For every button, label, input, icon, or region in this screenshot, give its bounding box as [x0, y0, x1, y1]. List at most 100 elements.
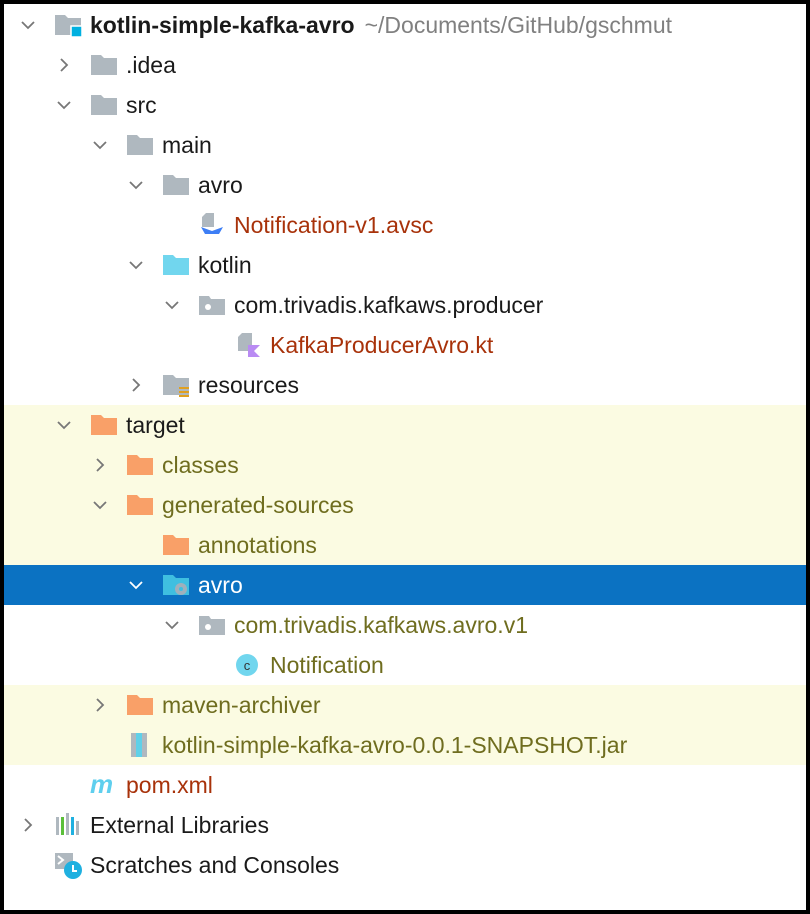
tree-item-label: resources — [198, 365, 299, 405]
excluded-folder-icon — [162, 533, 190, 557]
tree-item[interactable]: annotations — [4, 525, 806, 565]
tree-item-text: KafkaProducerAvro.kt — [270, 332, 494, 358]
tree-item[interactable]: resources — [4, 365, 806, 405]
chevron-down-icon[interactable] — [164, 617, 180, 633]
chevron-down-icon[interactable] — [128, 257, 144, 273]
tree-item-label: Notification — [270, 645, 384, 685]
tree-item-label: annotations — [198, 525, 317, 565]
excluded-folder-icon — [126, 693, 154, 717]
folder-icon — [90, 53, 118, 77]
folder-icon — [90, 93, 118, 117]
tree-item[interactable]: avro — [4, 165, 806, 205]
tree-item[interactable]: m pom.xml — [4, 765, 806, 805]
tree-item-text: External Libraries — [90, 812, 269, 838]
tree-item[interactable]: main — [4, 125, 806, 165]
chevron-down-icon[interactable] — [92, 137, 108, 153]
tree-item-text: classes — [162, 452, 239, 478]
chevron-right-icon[interactable] — [56, 57, 72, 73]
tree-item-text: resources — [198, 372, 299, 398]
excluded-folder-icon — [90, 413, 118, 437]
tree-item-text: annotations — [198, 532, 317, 558]
tree-item-text: main — [162, 132, 212, 158]
tree-item[interactable]: kotlin — [4, 245, 806, 285]
tree-item[interactable]: src — [4, 85, 806, 125]
project-tree[interactable]: kotlin-simple-kafka-avro ~/Documents/GitH… — [4, 4, 806, 910]
chevron-down-icon[interactable] — [20, 17, 36, 33]
chevron-down-icon[interactable] — [128, 577, 144, 593]
class-icon: c — [234, 653, 262, 677]
tree-item-text: Scratches and Consoles — [90, 852, 340, 878]
chevron-right-icon[interactable] — [92, 697, 108, 713]
tree-item-text: kotlin-simple-kafka-avro — [90, 12, 355, 38]
tree-item-label: KafkaProducerAvro.kt — [270, 325, 493, 365]
libraries-icon — [54, 813, 82, 837]
scratches-icon — [54, 853, 82, 879]
tree-item-text: src — [126, 92, 157, 118]
tree-item-label: kotlin — [198, 245, 252, 285]
tree-item-text: avro — [198, 572, 243, 598]
generated-source-folder-icon — [162, 573, 190, 597]
tree-item-text: kotlin — [198, 252, 252, 278]
kotlin-file-icon — [234, 333, 262, 357]
tree-item-label: Scratches and Consoles — [90, 845, 339, 885]
tree-item-text: target — [126, 412, 185, 438]
tree-item-label: kotlin-simple-kafka-avro-0.0.1-SNAPSHOT.… — [162, 725, 627, 765]
tree-item-text: avro — [198, 172, 243, 198]
tree-item-label: target — [126, 405, 185, 445]
tree-item-label: src — [126, 85, 157, 125]
maven-icon: m — [90, 769, 118, 799]
excluded-folder-icon — [126, 453, 154, 477]
tree-item-label: avro — [198, 165, 243, 205]
tree-item-label: com.trivadis.kafkaws.producer — [234, 285, 543, 325]
chevron-down-icon[interactable] — [56, 417, 72, 433]
tree-item[interactable]: Scratches and Consoles — [4, 845, 806, 885]
tree-item-label: .idea — [126, 45, 176, 85]
chevron-right-icon[interactable] — [128, 377, 144, 393]
chevron-down-icon[interactable] — [56, 97, 72, 113]
module-folder-icon — [54, 13, 83, 38]
chevron-down-icon[interactable] — [164, 297, 180, 313]
tree-item[interactable]: com.trivadis.kafkaws.avro.v1 — [4, 605, 806, 645]
svg-text:c: c — [244, 658, 251, 673]
tree-item-text: maven-archiver — [162, 692, 321, 718]
tree-item[interactable]: classes — [4, 445, 806, 485]
tree-item[interactable]: com.trivadis.kafkaws.producer — [4, 285, 806, 325]
svg-text:m: m — [90, 773, 113, 797]
folder-icon — [162, 173, 190, 197]
source-folder-icon — [162, 253, 190, 277]
tree-item-label: main — [162, 125, 212, 165]
tree-item-text: com.trivadis.kafkaws.avro.v1 — [234, 612, 528, 638]
tree-item-label: generated-sources — [162, 485, 354, 525]
tree-item[interactable]: maven-archiver — [4, 685, 806, 725]
tree-item-label: External Libraries — [90, 805, 269, 845]
tree-item-label: kotlin-simple-kafka-avro ~/Documents/GitH… — [90, 5, 672, 45]
tree-item[interactable]: target — [4, 405, 806, 445]
tree-item-label: classes — [162, 445, 239, 485]
tree-item[interactable]: c Notification — [4, 645, 806, 685]
chevron-right-icon[interactable] — [20, 817, 36, 833]
tree-item[interactable]: generated-sources — [4, 485, 806, 525]
tree-item-text: Notification-v1.avsc — [234, 212, 434, 238]
folder-icon — [126, 133, 154, 157]
package-icon — [198, 613, 226, 637]
project-path: ~/Documents/GitHub/gschmut — [364, 12, 673, 38]
tree-item[interactable]: kotlin-simple-kafka-avro ~/Documents/GitH… — [4, 5, 806, 45]
tree-item[interactable]: .idea — [4, 45, 806, 85]
tree-item[interactable]: avro — [4, 565, 806, 605]
tree-item[interactable]: Notification-v1.avsc — [4, 205, 806, 245]
tree-item-text: Notification — [270, 652, 384, 678]
tree-item-text: kotlin-simple-kafka-avro-0.0.1-SNAPSHOT.… — [162, 732, 628, 758]
jar-icon — [126, 733, 154, 757]
tree-item-label: com.trivadis.kafkaws.avro.v1 — [234, 605, 528, 645]
tree-item-text: pom.xml — [126, 772, 213, 798]
chevron-down-icon[interactable] — [128, 177, 144, 193]
tree-item[interactable]: KafkaProducerAvro.kt — [4, 325, 806, 365]
chevron-down-icon[interactable] — [92, 497, 108, 513]
tree-item-label: maven-archiver — [162, 685, 321, 725]
tree-item-text: generated-sources — [162, 492, 354, 518]
avro-file-icon — [198, 213, 226, 237]
chevron-right-icon[interactable] — [92, 457, 108, 473]
tree-item[interactable]: kotlin-simple-kafka-avro-0.0.1-SNAPSHOT.… — [4, 725, 806, 765]
tree-item[interactable]: External Libraries — [4, 805, 806, 845]
tree-item-label: pom.xml — [126, 765, 213, 805]
